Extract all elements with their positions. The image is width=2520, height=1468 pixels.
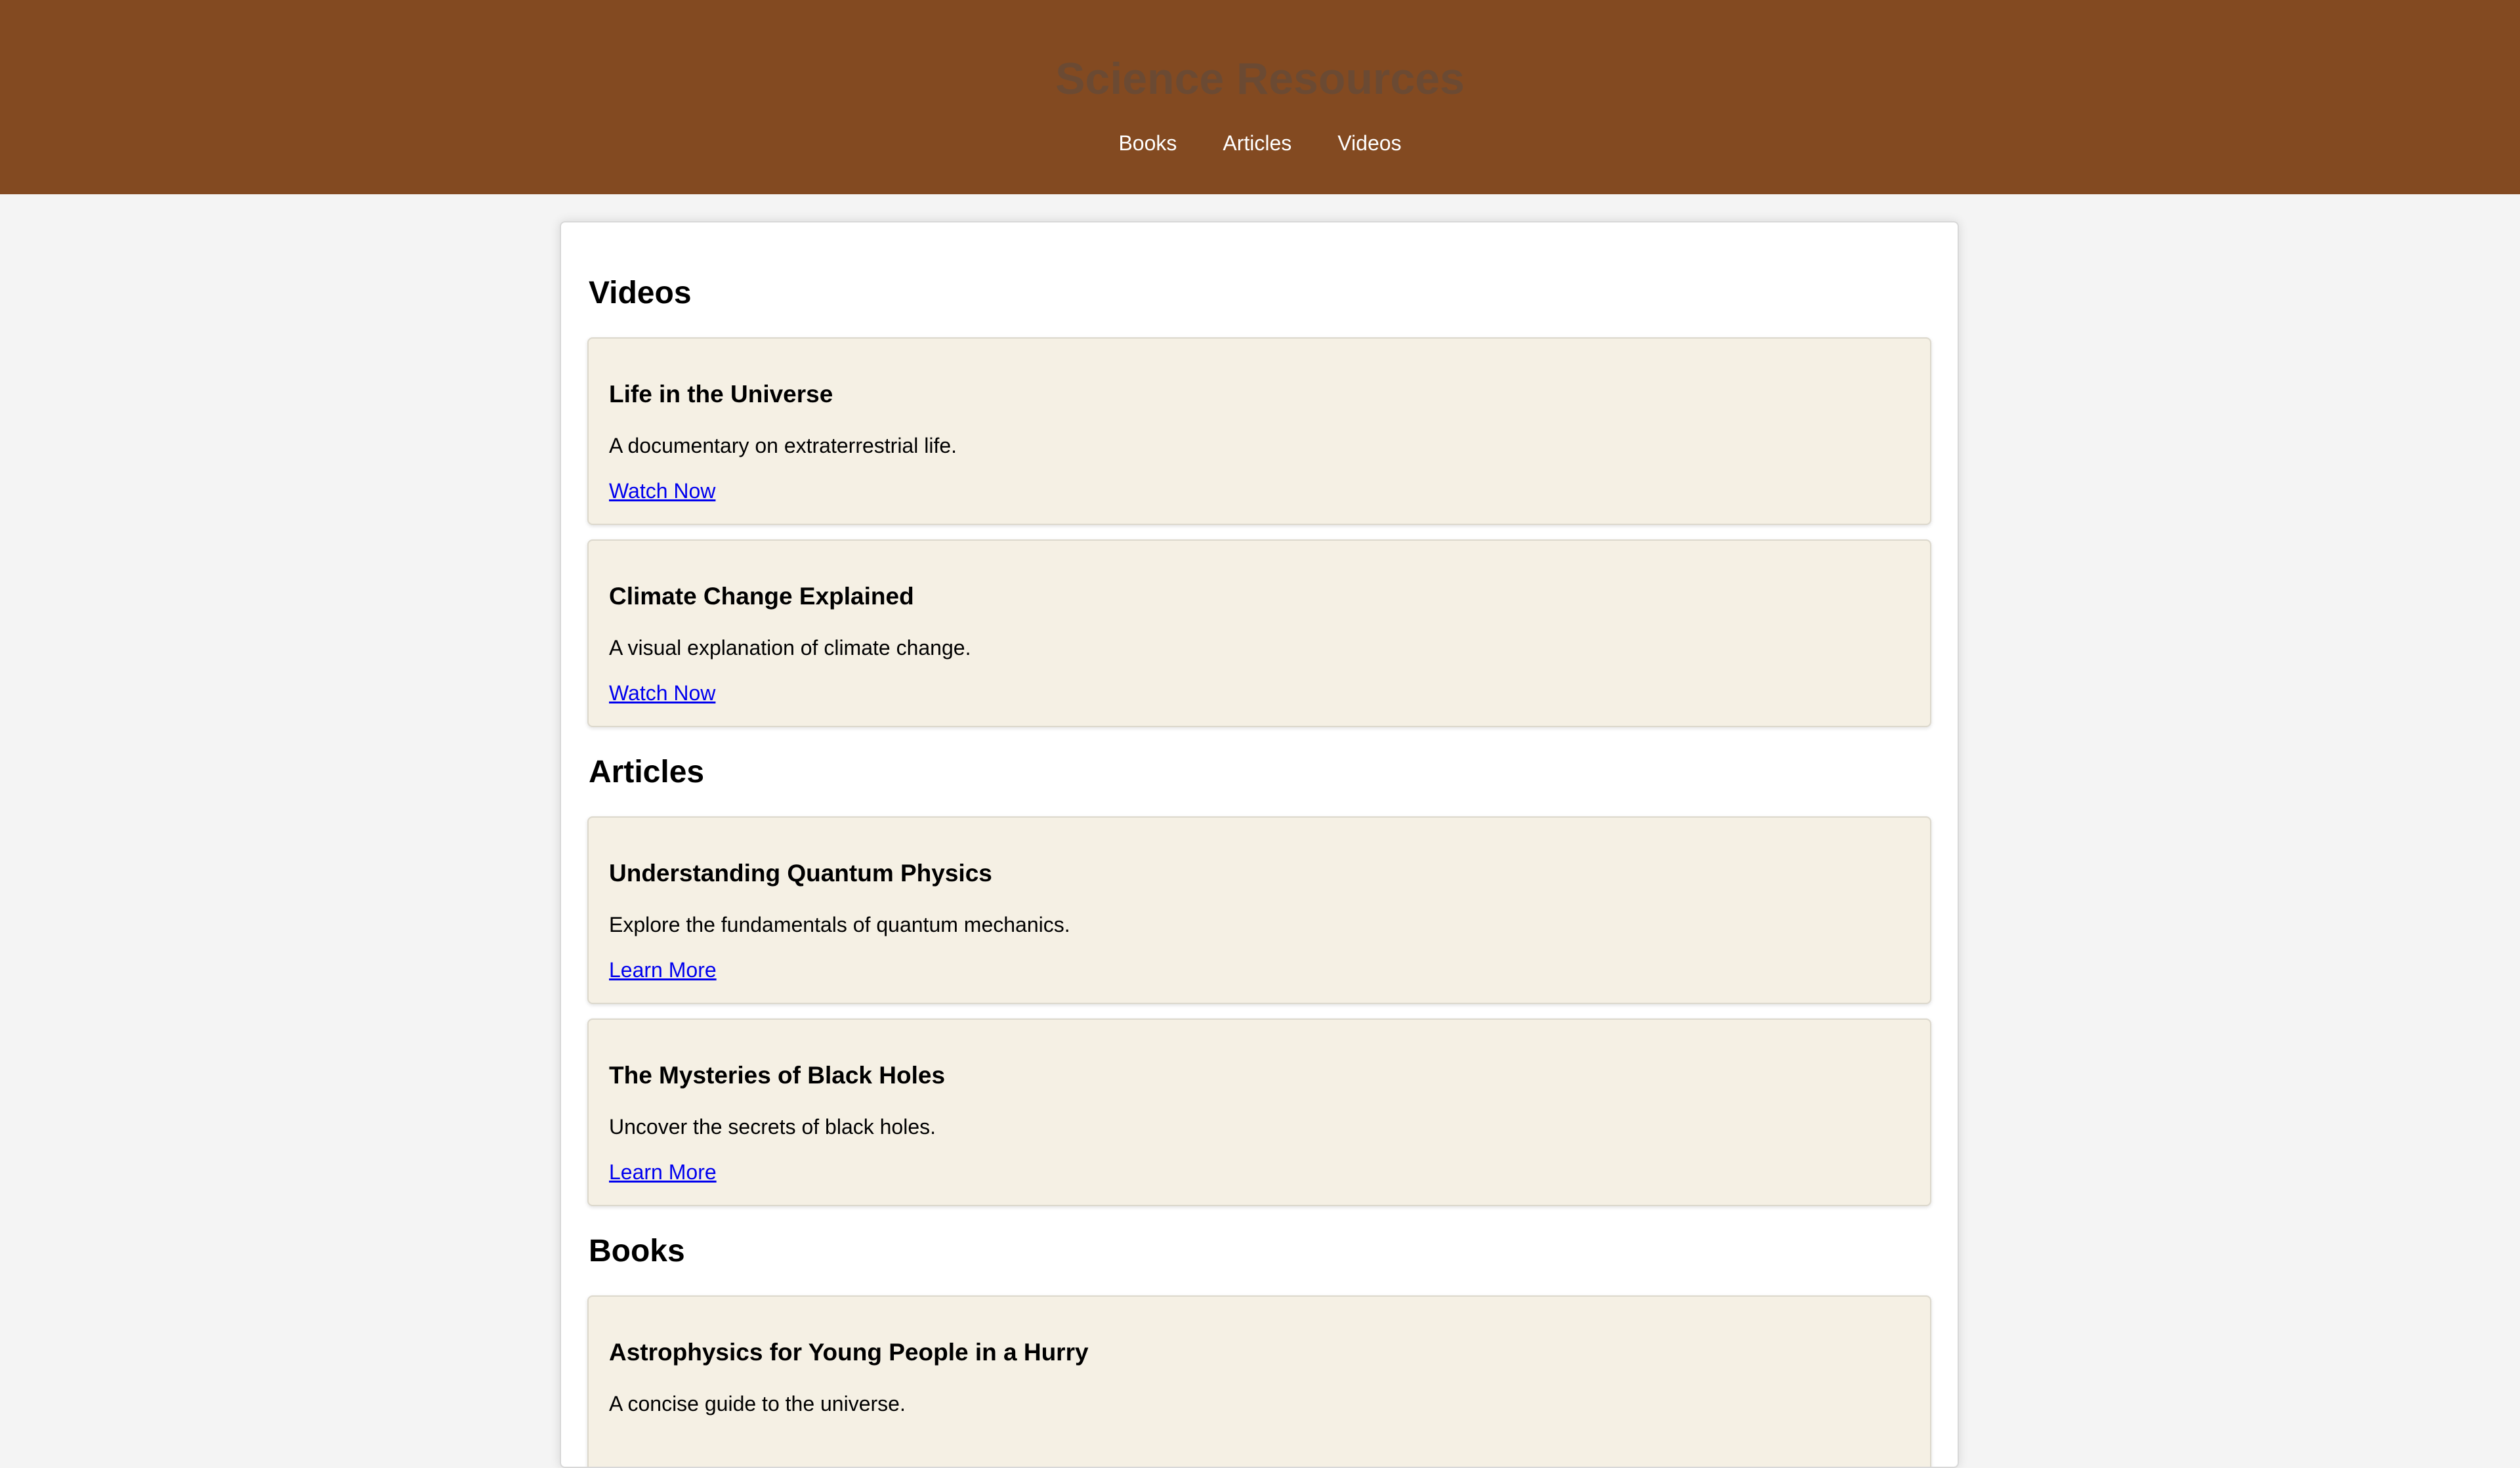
resource-card: Life in the Universe A documentary on ex…	[587, 337, 1931, 525]
resource-description: A visual explanation of climate change.	[609, 636, 971, 660]
section-title-videos: Videos	[589, 276, 692, 310]
watch-now-link[interactable]: Watch Now	[609, 680, 715, 706]
resource-description: Explore the fundamentals of quantum mech…	[609, 913, 1070, 936]
site-title: Science Resources	[1055, 54, 1465, 104]
nav-link-articles[interactable]: Articles	[1200, 127, 1314, 159]
resource-card: Climate Change Explained A visual explan…	[587, 539, 1931, 727]
learn-more-link[interactable]: Learn More	[609, 957, 717, 983]
main-nav: Books Articles Videos	[0, 127, 2520, 159]
section-title-articles: Articles	[589, 755, 705, 789]
section-title-books: Books	[589, 1234, 685, 1269]
resource-card: Understanding Quantum Physics Explore th…	[587, 816, 1931, 1004]
learn-more-link[interactable]: Learn More	[609, 1159, 717, 1185]
resource-title: Climate Change Explained	[609, 583, 914, 610]
resource-title: Life in the Universe	[609, 381, 833, 408]
resource-title: The Mysteries of Black Holes	[609, 1062, 946, 1089]
resource-title: Astrophysics for Young People in a Hurry	[609, 1339, 1089, 1366]
resource-card: The Mysteries of Black Holes Uncover the…	[587, 1018, 1931, 1206]
resource-card: Astrophysics for Young People in a Hurry…	[587, 1295, 1931, 1467]
watch-now-link[interactable]: Watch Now	[609, 478, 715, 504]
nav-link-books[interactable]: Books	[1095, 127, 1200, 159]
content-container: Videos Life in the Universe A documentar…	[560, 221, 1959, 1468]
site-header: Science Resources Books Articles Videos	[0, 0, 2520, 194]
resource-description: Uncover the secrets of black holes.	[609, 1115, 936, 1139]
nav-link-videos[interactable]: Videos	[1314, 127, 1424, 159]
resource-description: A concise guide to the universe.	[609, 1392, 906, 1416]
resource-title: Understanding Quantum Physics	[609, 860, 992, 887]
resource-description: A documentary on extraterrestrial life.	[609, 434, 957, 457]
